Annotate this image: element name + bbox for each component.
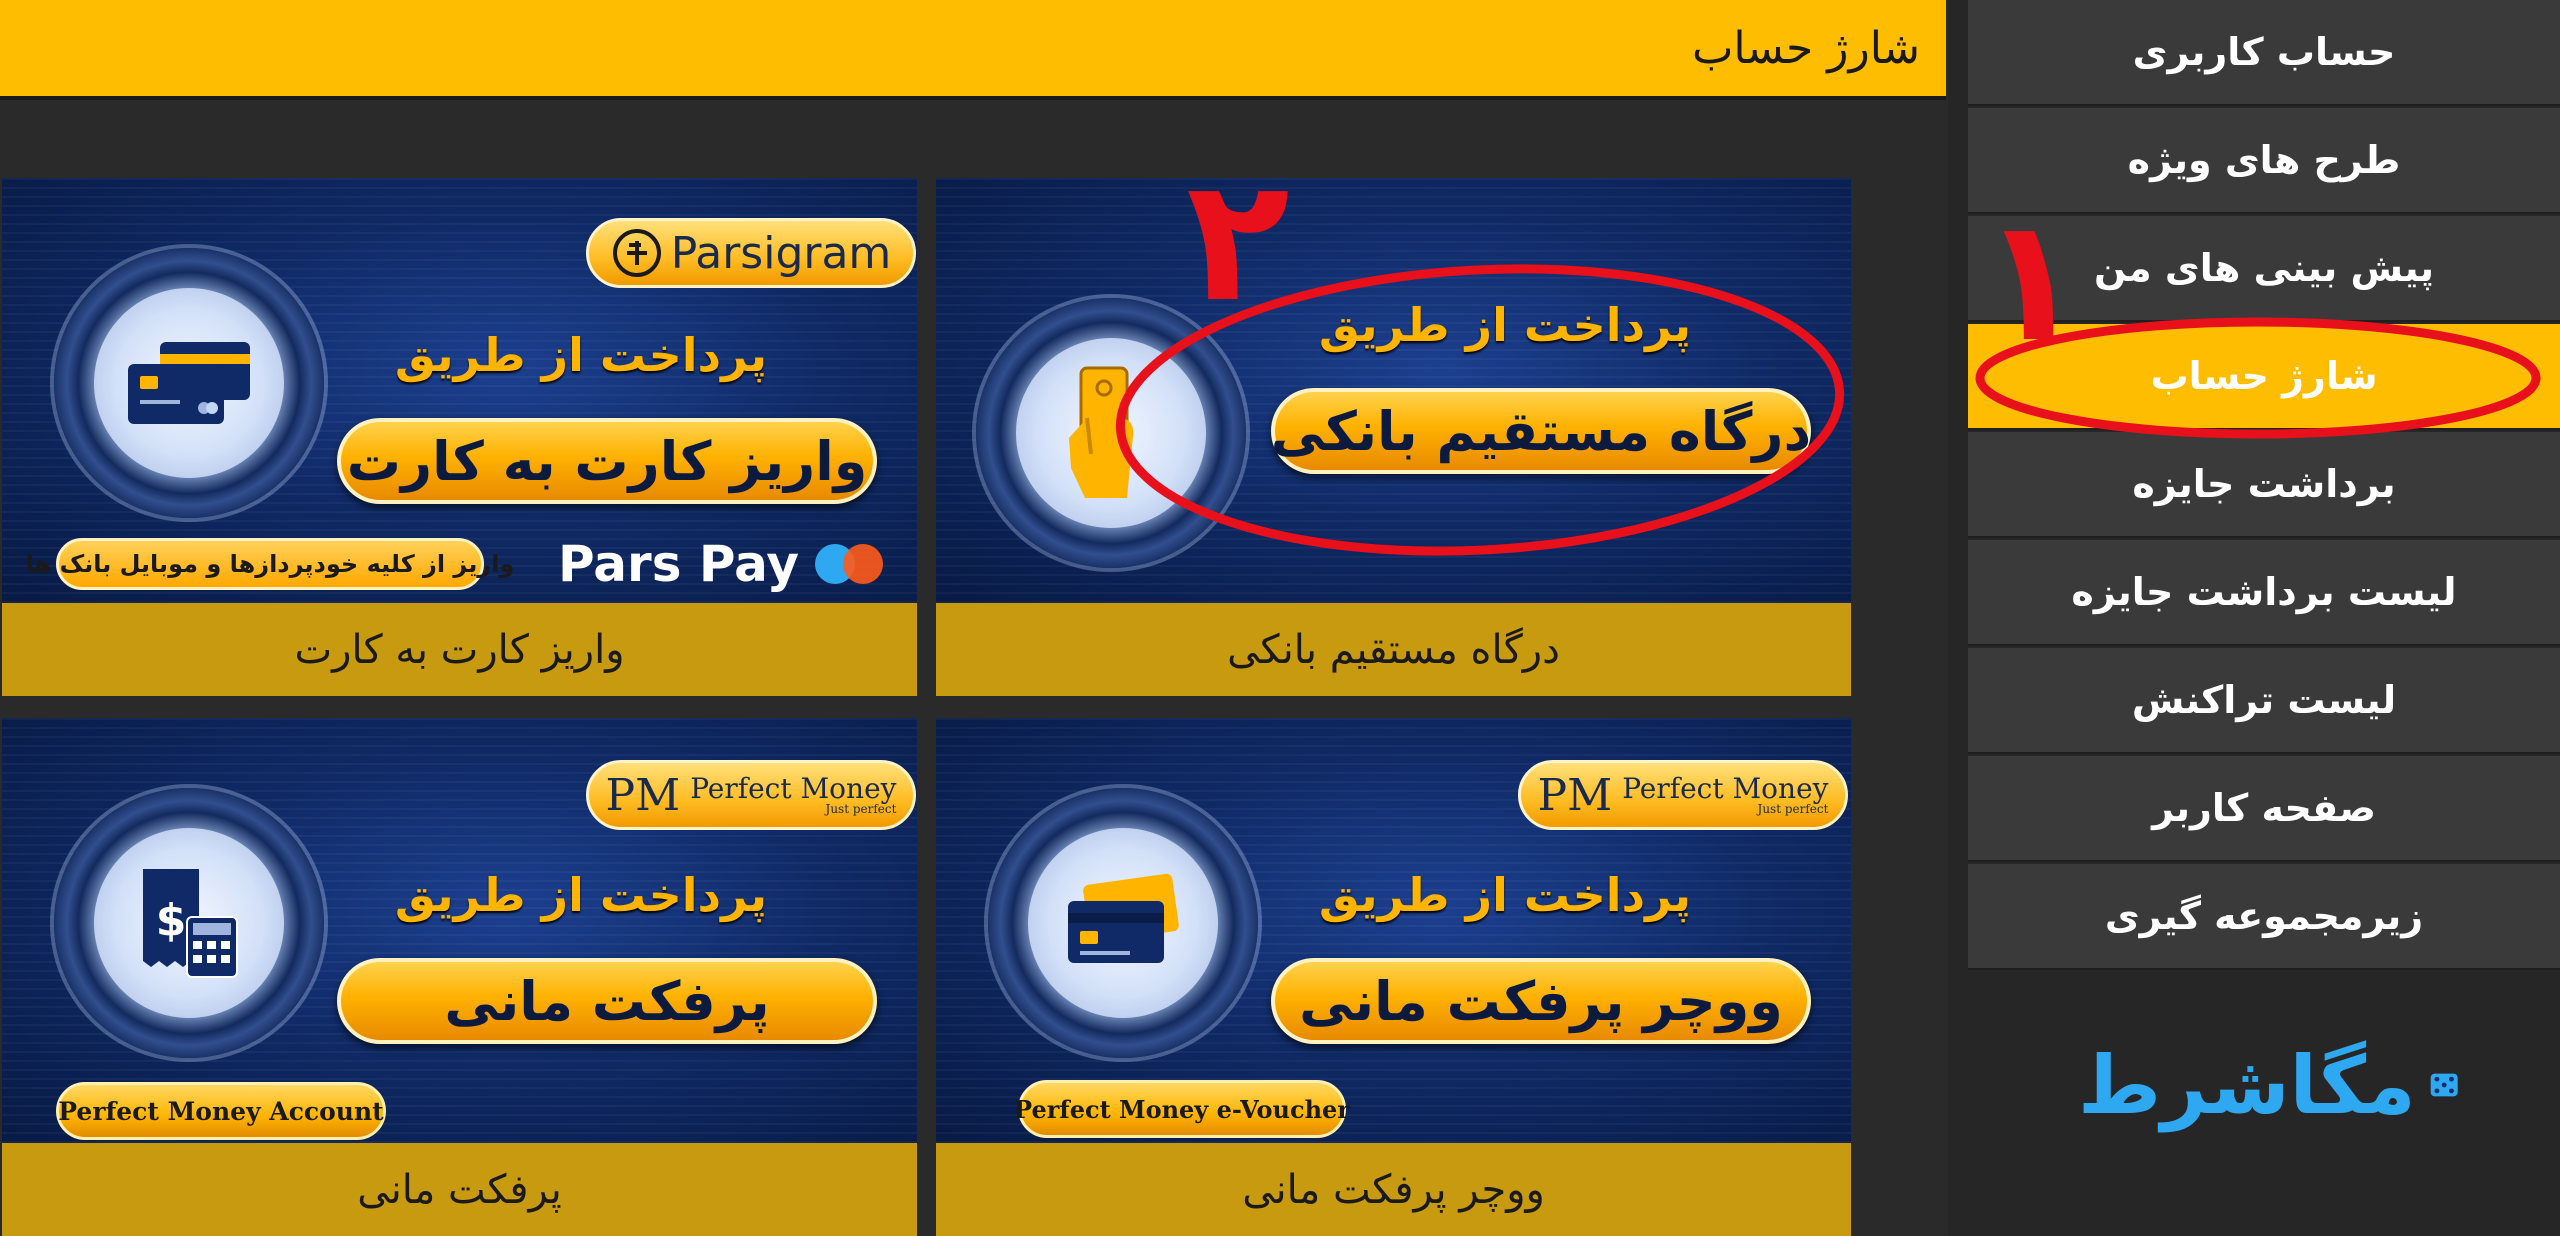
parsigram-logo-icon — [612, 229, 661, 277]
card-caption: واریز کارت به کارت — [2, 603, 917, 696]
card-caption: پرفکت مانی — [2, 1143, 917, 1236]
sidebar-item-withdraw-prize[interactable]: برداشت جایزه — [1968, 432, 2560, 538]
sidebar-item-label: شارژ حساب — [2150, 354, 2378, 398]
pm-slogan-text: Just perfect — [825, 802, 897, 816]
payment-card-card-to-card[interactable]: Parsigram پرداخت از طریق واریز کارت به ک… — [2, 178, 917, 696]
pay-via-text: پرداخت از طریق — [394, 328, 767, 382]
pm-account-tag: Perfect Money Account — [56, 1082, 386, 1140]
voucher-tag: Perfect Money e-Voucher — [1014, 1080, 1350, 1138]
pm-logo-text: PM — [1537, 769, 1613, 821]
logo-text: مگاشرط — [2078, 1038, 2418, 1132]
pm-slogan-text: Just perfect — [1757, 802, 1829, 816]
sidebar-item-label: لیست برداشت جایزه — [2071, 570, 2457, 614]
parsigram-brand: Parsigram — [586, 218, 916, 288]
annotation-step-2: ۲ — [1186, 142, 1290, 340]
card-banner: PM Perfect Money Just perfect $ پرداخت ا… — [2, 718, 917, 1143]
sidebar-menu: حساب کاربری طرح های ویژه پیش بینی های من… — [1948, 0, 2560, 970]
pay-via-text: پرداخت از طریق — [394, 868, 767, 922]
sidebar-item-label: لیست تراکنش — [2131, 678, 2397, 722]
sidebar-item-withdraw-list[interactable]: لیست برداشت جایزه — [1968, 540, 2560, 646]
cards-icon — [1068, 873, 1179, 963]
payment-card-voucher[interactable]: PM Perfect Money Just perfect پرداخت از … — [936, 718, 1851, 1236]
pm-logo-text: PM — [605, 769, 681, 821]
card-banner: Parsigram پرداخت از طریق واریز کارت به ک… — [2, 178, 917, 603]
page-title: شارژ حساب — [1691, 22, 1920, 74]
site-logo[interactable]: مگاشرط — [2078, 1038, 2458, 1132]
perfect-money-brand: PM Perfect Money Just perfect — [1518, 760, 1848, 830]
pay-via-text: پرداخت از طریق — [1318, 298, 1691, 352]
hand-card-icon — [1069, 366, 1134, 498]
sidebar-item-user-page[interactable]: صفحه کاربر — [1968, 756, 2560, 862]
sidebar-item-referrals[interactable]: زیرمجموعه گیری — [1968, 864, 2560, 970]
page-header: شارژ حساب — [0, 0, 1946, 100]
receipt-calculator-icon: $ — [143, 869, 238, 978]
sidebar-item-label: صفحه کاربر — [2152, 786, 2376, 830]
credit-card-icon — [128, 342, 250, 424]
icon-ring: $ — [54, 788, 324, 1058]
dice-icon — [2430, 1073, 2458, 1097]
method-pill: واریز کارت به کارت — [337, 418, 877, 504]
svg-text:$: $ — [156, 895, 187, 946]
sidebar-item-label: برداشت جایزه — [2132, 462, 2396, 506]
sidebar-item-user-account[interactable]: حساب کاربری — [1968, 0, 2560, 106]
perfect-money-brand: PM Perfect Money Just perfect — [586, 760, 916, 830]
parspay-brand: Pars Pay — [558, 534, 891, 594]
payment-card-bank-gateway[interactable]: پرداخت از طریق درگاه مستقیم بانکی درگاه … — [936, 178, 1851, 696]
method-pill: ووچر پرفکت مانی — [1271, 958, 1811, 1044]
icon-ring — [988, 788, 1258, 1058]
card-banner: PM Perfect Money Just perfect پرداخت از … — [936, 718, 1851, 1143]
sidebar-item-label: پیش بینی های من — [2093, 246, 2435, 290]
pm-brand-text: Perfect Money — [1622, 772, 1829, 805]
payment-card-perfect-money[interactable]: PM Perfect Money Just perfect $ پرداخت ا… — [2, 718, 917, 1236]
card-caption: درگاه مستقیم بانکی — [936, 603, 1851, 696]
parspay-text: Pars Pay — [558, 535, 799, 593]
sidebar-item-transactions[interactable]: لیست تراکنش — [1968, 648, 2560, 754]
parsigram-text: Parsigram — [670, 227, 892, 279]
card-caption: ووچر پرفکت مانی — [936, 1143, 1851, 1236]
pm-brand-text: Perfect Money — [690, 772, 897, 805]
annotation-step-1: ۱ — [1980, 182, 2084, 380]
sidebar-item-label: حساب کاربری — [2132, 30, 2396, 74]
icon-ring — [54, 248, 324, 518]
sidebar-item-label: طرح های ویژه — [2127, 138, 2401, 182]
sidebar-item-label: زیرمجموعه گیری — [2104, 894, 2424, 938]
pay-via-text: پرداخت از طریق — [1318, 868, 1691, 922]
card-note: واریز از کلیه خودپردازها و موبایل بانک ه… — [26, 538, 514, 590]
method-pill: درگاه مستقیم بانکی — [1271, 388, 1811, 474]
card-banner: پرداخت از طریق درگاه مستقیم بانکی — [936, 178, 1851, 603]
method-pill: پرفکت مانی — [337, 958, 877, 1044]
parspay-logo-icon — [814, 544, 883, 584]
